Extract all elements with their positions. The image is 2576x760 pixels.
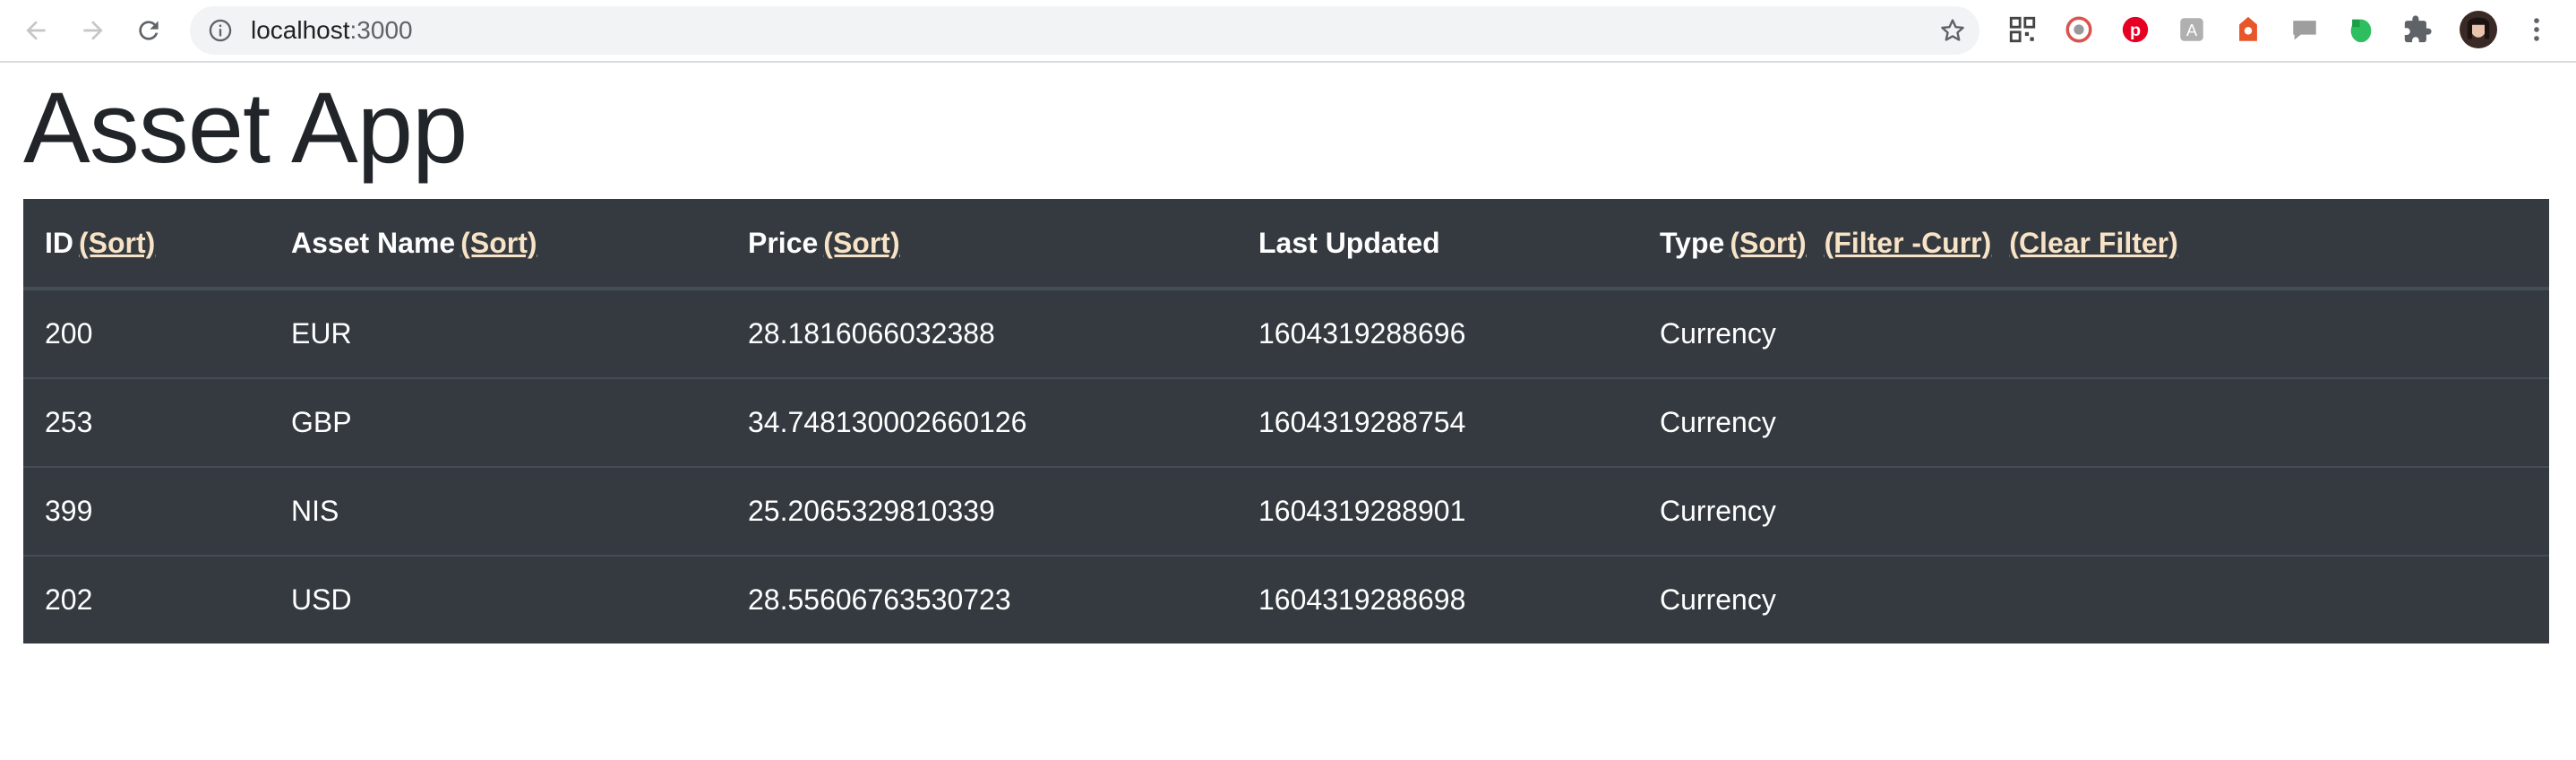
more-menu-icon[interactable]	[2520, 13, 2553, 46]
cell-price: 25.2065329810339	[726, 466, 1237, 556]
page-title: Asset App	[23, 72, 468, 184]
sort-id-link[interactable]: (Sort)	[79, 227, 155, 259]
cell-type: Currency	[1638, 466, 2549, 556]
header-asset-name: Asset Name (Sort)	[270, 199, 726, 290]
address-bar[interactable]: localhost:3000	[190, 6, 1979, 55]
sort-type-link[interactable]: (Sort)	[1730, 227, 1806, 259]
reload-icon[interactable]	[131, 13, 167, 48]
header-type: Type (Sort) (Filter -Curr) (Clear Filter)	[1638, 199, 2549, 290]
extensions-puzzle-icon[interactable]	[2401, 13, 2434, 46]
cell-asset-name: GBP	[270, 377, 726, 467]
info-icon[interactable]	[208, 18, 233, 43]
cell-id: 399	[23, 466, 270, 556]
table-row: 253 GBP 34.748130002660126 1604319288754…	[23, 377, 2549, 467]
evernote-icon[interactable]	[2345, 13, 2377, 46]
url-host: localhost	[251, 16, 350, 44]
url-text[interactable]: localhost:3000	[251, 6, 413, 55]
cell-id: 200	[45, 317, 93, 350]
table-row: 399 NIS 25.2065329810339 1604319288901 C…	[23, 466, 2549, 556]
cell-last-updated: 1604319288901	[1237, 466, 1638, 556]
clipper-extension-icon[interactable]	[2063, 13, 2095, 46]
table-row: 202 USD 28.55606763530723 1604319288698 …	[23, 555, 2549, 643]
sort-price-link[interactable]: (Sort)	[823, 227, 899, 259]
filter-currency-link[interactable]: (Filter -Curr)	[1825, 227, 1992, 259]
header-price-label: Price	[748, 226, 819, 259]
cell-price: 28.1816066032388	[748, 317, 995, 350]
cell-asset-name: USD	[270, 555, 726, 643]
browser-toolbar: localhost:3000 p A	[0, 0, 2576, 63]
header-id-label: ID	[45, 226, 73, 259]
header-type-label: Type	[1660, 226, 1725, 259]
header-last-updated: Last Updated	[1237, 199, 1638, 290]
qr-code-icon[interactable]	[2006, 13, 2039, 46]
header-id: ID (Sort)	[23, 199, 270, 290]
header-price: Price (Sort)	[726, 199, 1237, 290]
url-port: :3000	[349, 16, 413, 44]
cell-asset-name: NIS	[270, 466, 726, 556]
back-icon[interactable]	[18, 13, 54, 48]
svg-text:p: p	[2130, 21, 2141, 40]
cell-asset-name: EUR	[291, 317, 352, 350]
cell-last-updated: 1604319288696	[1258, 317, 1466, 350]
cell-price: 34.748130002660126	[726, 377, 1237, 467]
pinterest-icon[interactable]: p	[2119, 13, 2151, 46]
cell-id: 253	[23, 377, 270, 467]
cell-price: 28.55606763530723	[726, 555, 1237, 643]
assets-table: ID (Sort) Asset Name (Sort) Price (Sort) La…	[23, 199, 2549, 643]
cell-last-updated: 1604319288698	[1237, 555, 1638, 643]
cell-type: Currency	[1660, 317, 1776, 350]
table-header-row: ID (Sort) Asset Name (Sort) Price (Sort) La…	[23, 199, 2549, 290]
clear-filter-link[interactable]: (Clear Filter)	[2009, 227, 2177, 259]
svg-text:A: A	[2186, 21, 2198, 39]
header-last-updated-label: Last Updated	[1258, 226, 1440, 259]
cell-last-updated: 1604319288754	[1237, 377, 1638, 467]
cell-type: Currency	[1638, 555, 2549, 643]
table-row: 200 EUR 28.1816066032388 1604319288696 C…	[23, 289, 2549, 378]
chat-extension-icon[interactable]	[2288, 13, 2321, 46]
profile-avatar-icon[interactable]	[2460, 11, 2497, 48]
forward-icon[interactable]	[75, 13, 111, 48]
header-asset-name-label: Asset Name	[291, 226, 456, 259]
grey-extension-icon[interactable]: A	[2176, 13, 2208, 46]
sort-asset-name-link[interactable]: (Sort)	[460, 227, 537, 259]
cell-type: Currency	[1638, 377, 2549, 467]
cell-id: 202	[23, 555, 270, 643]
bookmark-star-icon[interactable]	[1938, 16, 1967, 45]
orange-extension-icon[interactable]	[2232, 13, 2264, 46]
